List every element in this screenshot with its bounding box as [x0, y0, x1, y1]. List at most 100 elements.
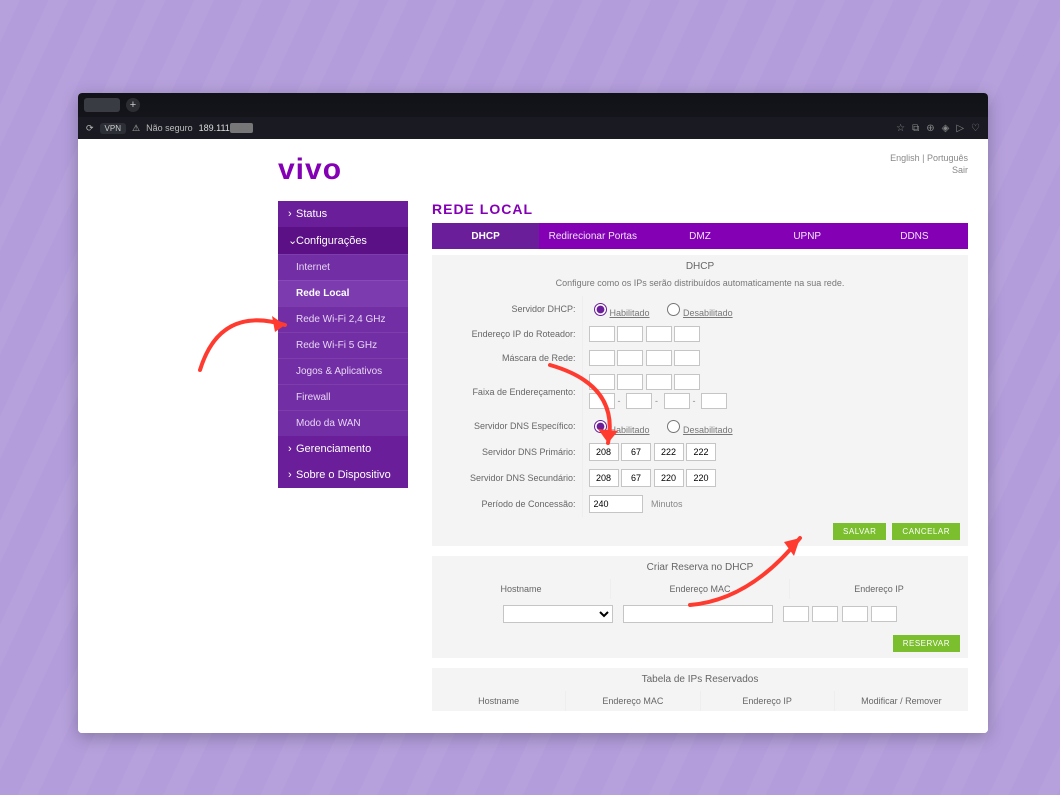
netmask-octet-3[interactable] [646, 350, 672, 366]
reservation-ip-octet-3[interactable] [842, 606, 868, 622]
reservation-col-ip: Endereço IP [789, 579, 968, 599]
range-from-octet-4[interactable] [674, 374, 700, 390]
tab-upnp[interactable]: UPNP [754, 223, 861, 249]
sidebar-item-jogos[interactable]: Jogos & Aplicativos [278, 358, 408, 384]
camera-icon[interactable]: ⧉ [912, 123, 919, 134]
dhcp-server-enabled-label: Habilitado [610, 308, 650, 318]
dns1-octet-4[interactable] [686, 443, 716, 461]
dns1-octet-2[interactable] [621, 443, 651, 461]
dns1-row [582, 439, 968, 465]
range-to-octet-4[interactable] [701, 393, 727, 409]
sidebar-item-rede-local[interactable]: Rede Local [278, 280, 408, 306]
reservation-mac-input[interactable] [623, 605, 773, 623]
dns1-octet-3[interactable] [654, 443, 684, 461]
dhcp-server-enabled-radio[interactable] [594, 303, 607, 316]
page-header: vivo English | Português Sair [78, 139, 988, 195]
dns2-octet-1[interactable] [589, 469, 619, 487]
play-icon[interactable]: ▷ [956, 123, 964, 134]
reservation-hostname-select[interactable] [503, 605, 613, 623]
dns2-row [582, 465, 968, 491]
sidebar-item-wifi5[interactable]: Rede Wi-Fi 5 GHz [278, 332, 408, 358]
netmask-octet-2[interactable] [617, 350, 643, 366]
sidebar-item-wan[interactable]: Modo da WAN [278, 410, 408, 436]
tab-ddns[interactable]: DDNS [861, 223, 968, 249]
tab-dmz[interactable]: DMZ [646, 223, 753, 249]
sidebar-item-firewall[interactable]: Firewall [278, 384, 408, 410]
router-ip-octet-1[interactable] [589, 326, 615, 342]
specific-dns-enabled-radio[interactable] [594, 420, 607, 433]
reservation-header: Hostname Endereço MAC Endereço IP [432, 579, 968, 599]
insecure-label: Não seguro [146, 123, 193, 133]
sidebar-section-status[interactable]: ›Status [278, 201, 408, 227]
range-to-octet-2[interactable] [626, 393, 652, 409]
reserved-table-panel: Tabela de IPs Reservados Hostname Endere… [432, 668, 968, 711]
dhcp-server-disabled-radio[interactable] [667, 303, 680, 316]
sidebar: ›Status ⌄Configurações Internet Rede Loc… [278, 201, 408, 711]
content-area: ›Status ⌄Configurações Internet Rede Loc… [78, 195, 988, 711]
dns2-octet-3[interactable] [654, 469, 684, 487]
router-admin-page: vivo English | Português Sair ›Status ⌄C… [78, 139, 988, 733]
sidebar-item-internet[interactable]: Internet [278, 254, 408, 280]
dhcp-panel: DHCP Configure como os IPs serão distrib… [432, 255, 968, 546]
reserve-button[interactable]: RESERVAR [893, 635, 960, 652]
logout-link[interactable]: Sair [952, 165, 968, 175]
tab-redirecionar[interactable]: Redirecionar Portas [539, 223, 646, 249]
netmask-octet-1[interactable] [589, 350, 615, 366]
router-ip-octet-2[interactable] [617, 326, 643, 342]
range-to-octet-1[interactable] [589, 393, 615, 409]
dns1-octet-1[interactable] [589, 443, 619, 461]
sidebar-item-wifi24[interactable]: Rede Wi-Fi 2,4 GHz [278, 306, 408, 332]
sidebar-section-gerenciamento[interactable]: ›Gerenciamento [278, 436, 408, 462]
label-server: Servidor DHCP: [432, 296, 582, 322]
new-tab-button[interactable]: + [126, 98, 140, 112]
reservation-input-row [432, 599, 968, 629]
lang-english-link[interactable]: English [890, 153, 920, 163]
router-ip-octet-4[interactable] [674, 326, 700, 342]
label-lease: Período de Concessão: [432, 491, 582, 517]
lang-separator: | [920, 153, 927, 163]
save-button[interactable]: SALVAR [833, 523, 886, 540]
reserved-col-hostname: Hostname [432, 691, 565, 711]
dhcp-panel-desc: Configure como os IPs serão distribuídos… [432, 278, 968, 296]
router-ip-octet-3[interactable] [646, 326, 672, 342]
dhcp-form: Servidor DHCP: Habilitado Desabilitado E… [432, 296, 968, 517]
reserved-col-mac: Endereço MAC [565, 691, 699, 711]
cancel-button[interactable]: CANCELAR [892, 523, 960, 540]
url-display[interactable]: 189.111xxx [199, 123, 254, 133]
shield-icon[interactable]: ◈ [942, 123, 950, 134]
range-to-octet-3[interactable] [664, 393, 690, 409]
sidebar-section-config[interactable]: ⌄Configurações [278, 227, 408, 254]
reserved-table-title: Tabela de IPs Reservados [432, 668, 968, 691]
reservation-panel: Criar Reserva no DHCP Hostname Endereço … [432, 556, 968, 658]
dns2-octet-2[interactable] [621, 469, 651, 487]
label-dns1: Servidor DNS Primário: [432, 439, 582, 465]
range-from-octet-3[interactable] [646, 374, 672, 390]
reservation-ip-octet-2[interactable] [812, 606, 838, 622]
label-range: Faixa de Endereçamento: [432, 370, 582, 413]
range-from-octet-1[interactable] [589, 374, 615, 390]
dns2-octet-4[interactable] [686, 469, 716, 487]
reserved-col-ip: Endereço IP [700, 691, 834, 711]
browser-tab[interactable] [84, 98, 120, 112]
lease-input[interactable] [589, 495, 643, 513]
router-ip-row [582, 322, 968, 346]
specific-dns-disabled-radio[interactable] [667, 420, 680, 433]
refresh-circle-icon[interactable]: ⊕ [926, 123, 934, 134]
dhcp-server-disabled-label: Desabilitado [683, 308, 733, 318]
reservation-ip-octet-4[interactable] [871, 606, 897, 622]
brand-logo: vivo [278, 153, 342, 187]
bookmark-icon[interactable]: ☆ [896, 123, 905, 134]
reservation-ip-octet-1[interactable] [783, 606, 809, 622]
lang-portuguese-link[interactable]: Português [927, 153, 968, 163]
browser-right-icons: ☆ ⧉ ⊕ ◈ ▷ ♡ [896, 123, 980, 134]
reservation-col-mac: Endereço MAC [610, 579, 789, 599]
range-from-octet-2[interactable] [617, 374, 643, 390]
sidebar-section-sobre[interactable]: ›Sobre o Dispositivo [278, 462, 408, 488]
heart-icon[interactable]: ♡ [971, 123, 980, 134]
dhcp-panel-title: DHCP [432, 255, 968, 278]
netmask-octet-4[interactable] [674, 350, 700, 366]
tab-dhcp[interactable]: DHCP [432, 223, 539, 249]
reload-icon[interactable]: ⟳ [86, 123, 94, 134]
vpn-badge: VPN [100, 123, 126, 134]
lang-bar: English | Português Sair [890, 153, 968, 176]
